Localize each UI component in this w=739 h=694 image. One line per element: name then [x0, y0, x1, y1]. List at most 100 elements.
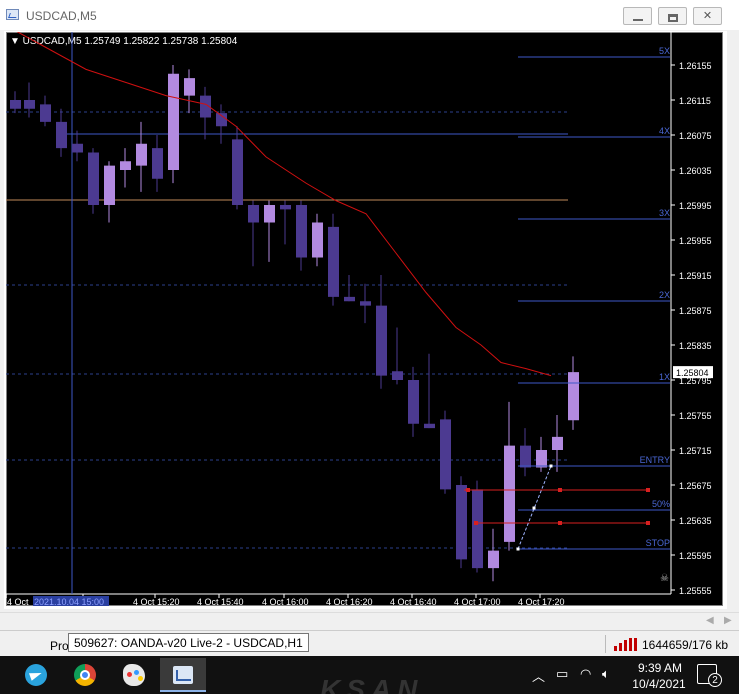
current-price-label: 1.25804	[676, 368, 709, 378]
system-tray: ︿ ▭ ◠ 🔈︎	[528, 664, 628, 686]
price-tick-label: 1.25715	[679, 446, 712, 456]
price-tick-label: 1.25595	[679, 551, 712, 561]
taskbar-telegram[interactable]	[13, 658, 59, 692]
telegram-icon	[25, 664, 47, 686]
candle-body	[104, 165, 115, 205]
wifi-icon[interactable]: ◠	[580, 666, 591, 682]
clock-date[interactable]: 10/4/2021	[626, 677, 692, 691]
candle-body	[56, 121, 67, 149]
minimize-button[interactable]	[623, 7, 652, 25]
close-icon: ✕	[702, 10, 713, 22]
close-button[interactable]: ✕	[693, 7, 722, 25]
scroll-right-icon[interactable]: ▶	[724, 615, 732, 626]
candle-body	[424, 423, 435, 429]
account-tooltip: 509627: OANDA-v20 Live-2 - USDCAD,H1	[68, 633, 309, 652]
price-tick-label: 1.26115	[679, 96, 711, 106]
price-tick-label: 1.26075	[679, 131, 712, 141]
taskbar-paint[interactable]	[111, 658, 157, 692]
desktop-wallpaper-text: KSAN	[320, 674, 424, 694]
candle-body	[504, 445, 515, 542]
taskbar-metatrader[interactable]	[160, 658, 206, 692]
trade-handle	[474, 521, 478, 525]
candle-body	[456, 485, 467, 560]
candle-body	[136, 143, 147, 166]
candle-body	[40, 104, 51, 122]
candle-body	[24, 100, 35, 109]
price-tick-label: 1.25755	[679, 411, 712, 421]
scroll-left-icon[interactable]: ◀	[706, 615, 714, 626]
candle-body	[152, 148, 163, 179]
trade-level-label: 2X	[659, 290, 670, 300]
trade-handle	[646, 488, 650, 492]
vertical-scrollbar[interactable]	[727, 31, 739, 609]
price-chart[interactable]: ▼ USDCAD,M5 1.25749 1.25822 1.25738 1.25…	[6, 32, 723, 606]
candle-body	[312, 222, 323, 258]
price-tick-label: 1.25995	[679, 201, 712, 211]
price-tick-label: 1.25635	[679, 516, 712, 526]
time-tick-label: 4 Oct 17:00	[454, 597, 501, 606]
candle-body	[120, 161, 131, 170]
minimize-icon	[632, 18, 643, 21]
candle-body	[568, 372, 579, 421]
connection-status: 1644659/176 kb	[642, 638, 729, 652]
moving-average-line	[16, 32, 552, 377]
trade-level-label: ENTRY	[640, 455, 670, 465]
volume-icon[interactable]: 🔈︎	[602, 666, 610, 682]
chart-header: ▼ USDCAD,M5 1.25749 1.25822 1.25738 1.25…	[10, 36, 238, 47]
candle-body	[552, 436, 563, 450]
price-tick-label: 1.26155	[679, 61, 712, 71]
trade-level-label: 50%	[652, 499, 670, 509]
title-bar[interactable]: USDCAD,M5 ✕	[0, 0, 739, 30]
price-tick-label: 1.25915	[679, 271, 712, 281]
fib-handle	[516, 547, 520, 551]
application-window: USDCAD,M5 ✕ ▼ USDCAD,M5 1.25749 1.25822 …	[0, 0, 739, 694]
candle-body	[248, 205, 259, 223]
horizontal-scrollbar[interactable]: ◀ ▶	[0, 612, 739, 630]
candle-body	[88, 152, 99, 205]
time-tick-label: 4 Oct 16:40	[390, 597, 437, 606]
paint-icon	[123, 664, 145, 686]
maximize-button[interactable]	[658, 7, 687, 25]
candle-body	[392, 371, 403, 380]
chevron-up-icon[interactable]: ︿	[532, 666, 545, 685]
price-tick-label: 1.25875	[679, 306, 712, 316]
trade-handle	[466, 488, 470, 492]
clock-time[interactable]: 9:39 AM	[630, 661, 690, 675]
price-tick-label: 1.25835	[679, 341, 712, 351]
candle-body	[168, 73, 179, 170]
notification-count: 2	[708, 673, 722, 687]
candle-body	[360, 301, 371, 306]
time-tick-label: 4 Oct 17:20	[518, 597, 565, 606]
trade-handle	[558, 521, 562, 525]
time-tick-label: 4 Oct 16:20	[326, 597, 373, 606]
candle-body	[280, 205, 291, 210]
time-tick-label: 4 Oct 16:00	[262, 597, 309, 606]
taskbar-chrome[interactable]	[62, 658, 108, 692]
candle-body	[232, 139, 243, 205]
candle-body	[344, 296, 355, 302]
battery-icon[interactable]: ▭	[556, 666, 568, 682]
trade-level-label: 3X	[659, 208, 670, 218]
trade-level-label: 4X	[659, 126, 670, 136]
fib-handle	[532, 506, 536, 510]
trade-handle	[646, 521, 650, 525]
candle-body	[536, 450, 547, 468]
crosshair-time-label: 2021.10.04 15:00	[34, 597, 104, 606]
candle-body	[520, 445, 531, 468]
price-tick-label: 1.26035	[679, 166, 712, 176]
time-tick-label: 4 Oct 15:40	[197, 597, 244, 606]
candle-body	[264, 205, 275, 223]
connection-bars-icon	[614, 638, 638, 651]
candle-body	[296, 205, 307, 258]
trade-handle	[558, 488, 562, 492]
price-tick-label: 1.25955	[679, 236, 712, 246]
price-tick-label: 1.25555	[679, 586, 712, 596]
status-divider	[605, 635, 606, 653]
candle-body	[184, 78, 195, 96]
candle-body	[10, 100, 21, 109]
fib-handle	[549, 464, 553, 468]
maximize-icon	[667, 14, 678, 22]
time-tick-label: 4 Oct 15:20	[133, 597, 180, 606]
trade-level-label: 1X	[659, 372, 670, 382]
chart-window-icon	[6, 9, 19, 20]
